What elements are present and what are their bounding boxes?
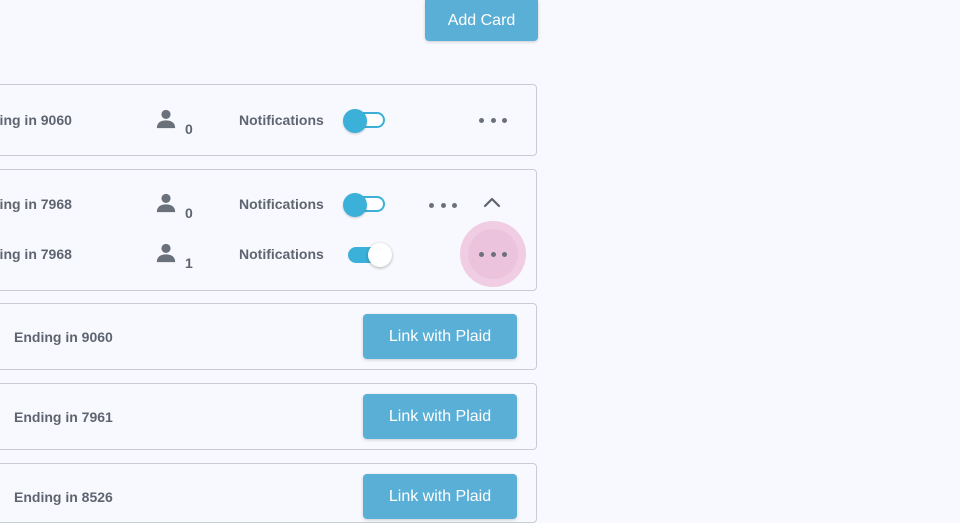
toggle-knob (368, 243, 392, 267)
notifications-label: Notifications (239, 246, 324, 262)
dot (502, 117, 507, 123)
card-row: ding in 9060 0 Notifications (0, 84, 537, 156)
card-group: ding in 7968 0 Notifications ding in 796… (0, 169, 537, 291)
toggle-knob (343, 109, 367, 133)
notifications-label: Notifications (239, 196, 324, 212)
more-options-button[interactable] (479, 247, 507, 261)
dot (479, 117, 484, 123)
dot (452, 202, 457, 208)
card-ending: ding in 9060 (0, 112, 72, 128)
chevron-up-icon[interactable] (483, 195, 501, 209)
notifications-label: Notifications (239, 112, 324, 128)
notifications-toggle[interactable] (346, 241, 394, 267)
toggle-knob (343, 193, 367, 217)
account-ending: Ending in 7961 (14, 409, 113, 425)
dot (429, 202, 434, 208)
dot (479, 251, 484, 257)
person-icon (156, 109, 176, 129)
add-card-button[interactable]: Add Card (425, 0, 538, 41)
notifications-toggle[interactable] (343, 109, 389, 133)
person-icon (156, 243, 176, 263)
account-ending: Ending in 9060 (14, 329, 113, 345)
card-ending: ding in 7968 (0, 196, 72, 212)
user-count: 1 (185, 255, 193, 271)
notifications-toggle[interactable] (343, 193, 389, 217)
account-row: Ending in 8526 Link with Plaid (0, 463, 537, 523)
link-with-plaid-button[interactable]: Link with Plaid (363, 394, 517, 439)
user-count: 0 (185, 121, 193, 137)
dot (440, 202, 446, 208)
person-icon (156, 193, 176, 213)
dot (490, 251, 496, 257)
dot (502, 251, 507, 257)
more-options-button[interactable] (429, 198, 457, 212)
card-ending: ding in 7968 (0, 246, 72, 262)
more-options-button[interactable] (479, 113, 507, 127)
account-row: Ending in 7961 Link with Plaid (0, 383, 537, 450)
user-count: 0 (185, 205, 193, 221)
account-row: Ending in 9060 Link with Plaid (0, 303, 537, 370)
link-with-plaid-button[interactable]: Link with Plaid (363, 314, 517, 359)
dot (490, 117, 496, 123)
account-ending: Ending in 8526 (14, 489, 113, 505)
